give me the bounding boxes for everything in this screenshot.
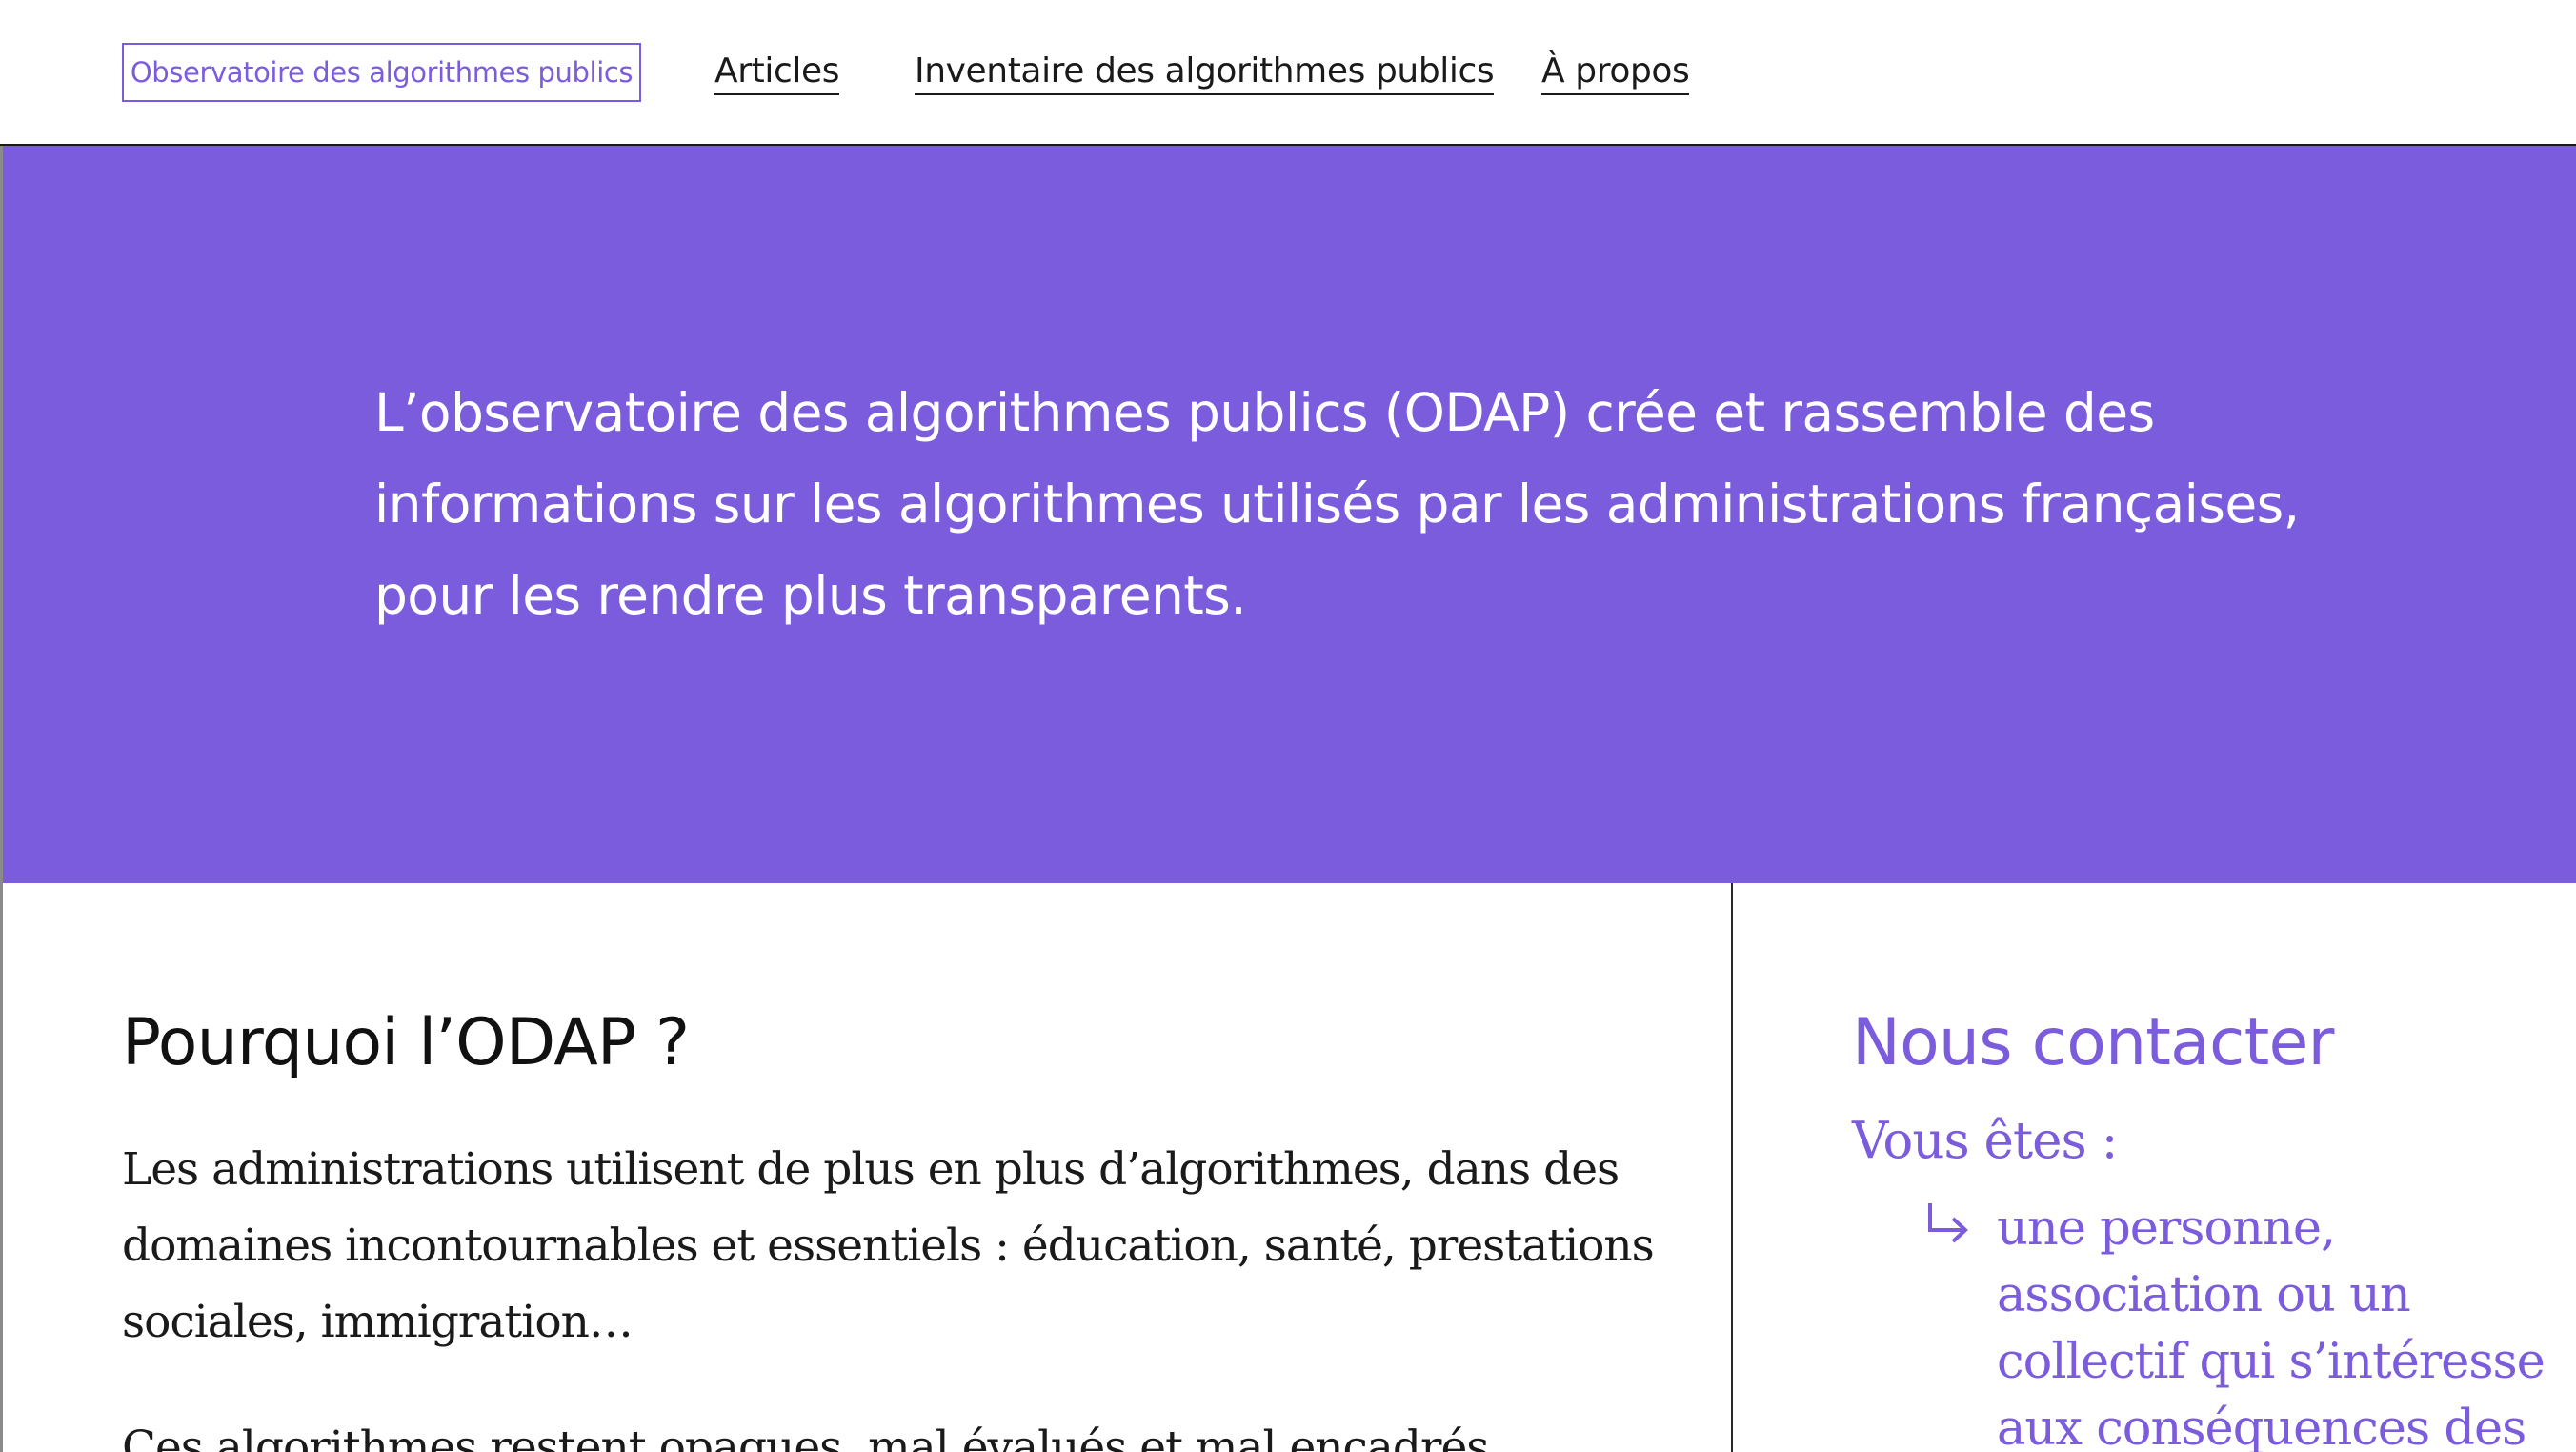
nav-link-a-propos[interactable]: À propos <box>1541 50 1690 95</box>
hero-banner: L’observatoire des algorithmes publics (… <box>3 146 2576 883</box>
site-logo-link[interactable]: Observatoire des algorithmes publics <box>122 43 641 102</box>
why-title: Pourquoi l’ODAP ? <box>122 1005 690 1080</box>
contact-subtitle: Vous êtes : <box>1852 1112 2118 1170</box>
hero-intro-text: L’observatoire des algorithmes publics (… <box>374 382 2300 626</box>
nav-link-articles[interactable]: Articles <box>714 50 839 95</box>
why-paragraph-2: Ces algorithmes restent opaques, mal éva… <box>122 1422 1502 1452</box>
contact-option-person[interactable]: une personne, association ou un collecti… <box>1997 1196 2568 1452</box>
nav-link-inventaire[interactable]: Inventaire des algorithmes publics <box>915 50 1495 95</box>
contact-title: Nous contacter <box>1852 1005 2334 1080</box>
column-divider <box>1731 883 1733 1452</box>
site-header: Observatoire des algorithmes publics Art… <box>0 0 2576 146</box>
why-paragraph-1: Les administrations utilisent de plus en… <box>122 1143 1655 1348</box>
return-arrow-icon <box>1928 1203 1968 1243</box>
